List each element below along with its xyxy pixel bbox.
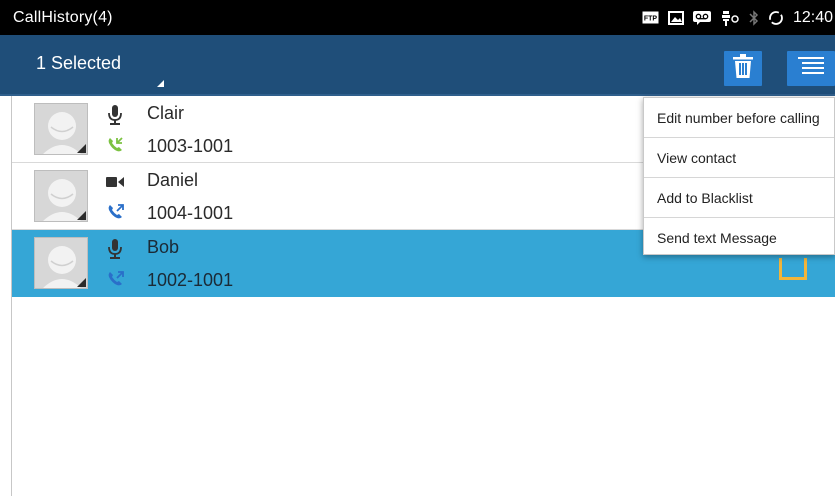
selection-count-dropdown[interactable]: 1 Selected [36, 53, 121, 74]
microphone-icon [106, 104, 124, 126]
outgoing-call-icon [106, 269, 124, 287]
menu-item-send-text-message[interactable]: Send text Message [644, 218, 834, 258]
ftp-icon: FTP [642, 11, 659, 24]
contact-name: Daniel [147, 170, 199, 190]
contact-name: Clair [147, 103, 185, 123]
phone-number: 1004-1001 [147, 203, 234, 223]
bluetooth-icon [749, 9, 759, 26]
action-bar: 1 Selected [0, 35, 835, 96]
dropdown-triangle-icon[interactable] [157, 80, 164, 87]
image-icon [667, 10, 684, 25]
phone-number: 1003-1001 [147, 136, 234, 156]
window-title: CallHistory(4) [13, 8, 113, 26]
avatar [34, 103, 88, 155]
selection-checkbox[interactable] [779, 258, 807, 280]
voicemail-icon [692, 10, 711, 25]
outgoing-call-icon [106, 202, 124, 220]
status-bar: CallHistory(4) FTP 12:40 [0, 0, 835, 35]
video-camera-icon [106, 171, 124, 193]
usb-debug-icon [720, 10, 740, 26]
menu-item-add-to-blacklist[interactable]: Add to Blacklist [644, 178, 834, 218]
corner-triangle-icon [77, 278, 86, 287]
context-menu: Edit number before calling View contact … [643, 97, 835, 255]
menu-item-edit-number[interactable]: Edit number before calling [644, 98, 834, 138]
status-icons: FTP 12:40 [642, 0, 833, 35]
sync-icon [768, 10, 784, 26]
avatar [34, 170, 88, 222]
corner-triangle-icon [77, 144, 86, 153]
overflow-menu-icon [798, 56, 824, 81]
contact-name: Bob [147, 237, 180, 257]
phone-number: 1002-1001 [147, 270, 234, 290]
overflow-menu-button[interactable] [787, 51, 835, 86]
incoming-call-icon [106, 135, 124, 153]
menu-item-view-contact[interactable]: View contact [644, 138, 834, 178]
svg-text:FTP: FTP [644, 16, 658, 23]
clock: 12:40 [792, 8, 833, 26]
corner-triangle-icon [77, 211, 86, 220]
avatar [34, 237, 88, 289]
trash-icon [733, 54, 753, 83]
delete-button[interactable] [724, 51, 762, 86]
microphone-icon [106, 238, 124, 260]
